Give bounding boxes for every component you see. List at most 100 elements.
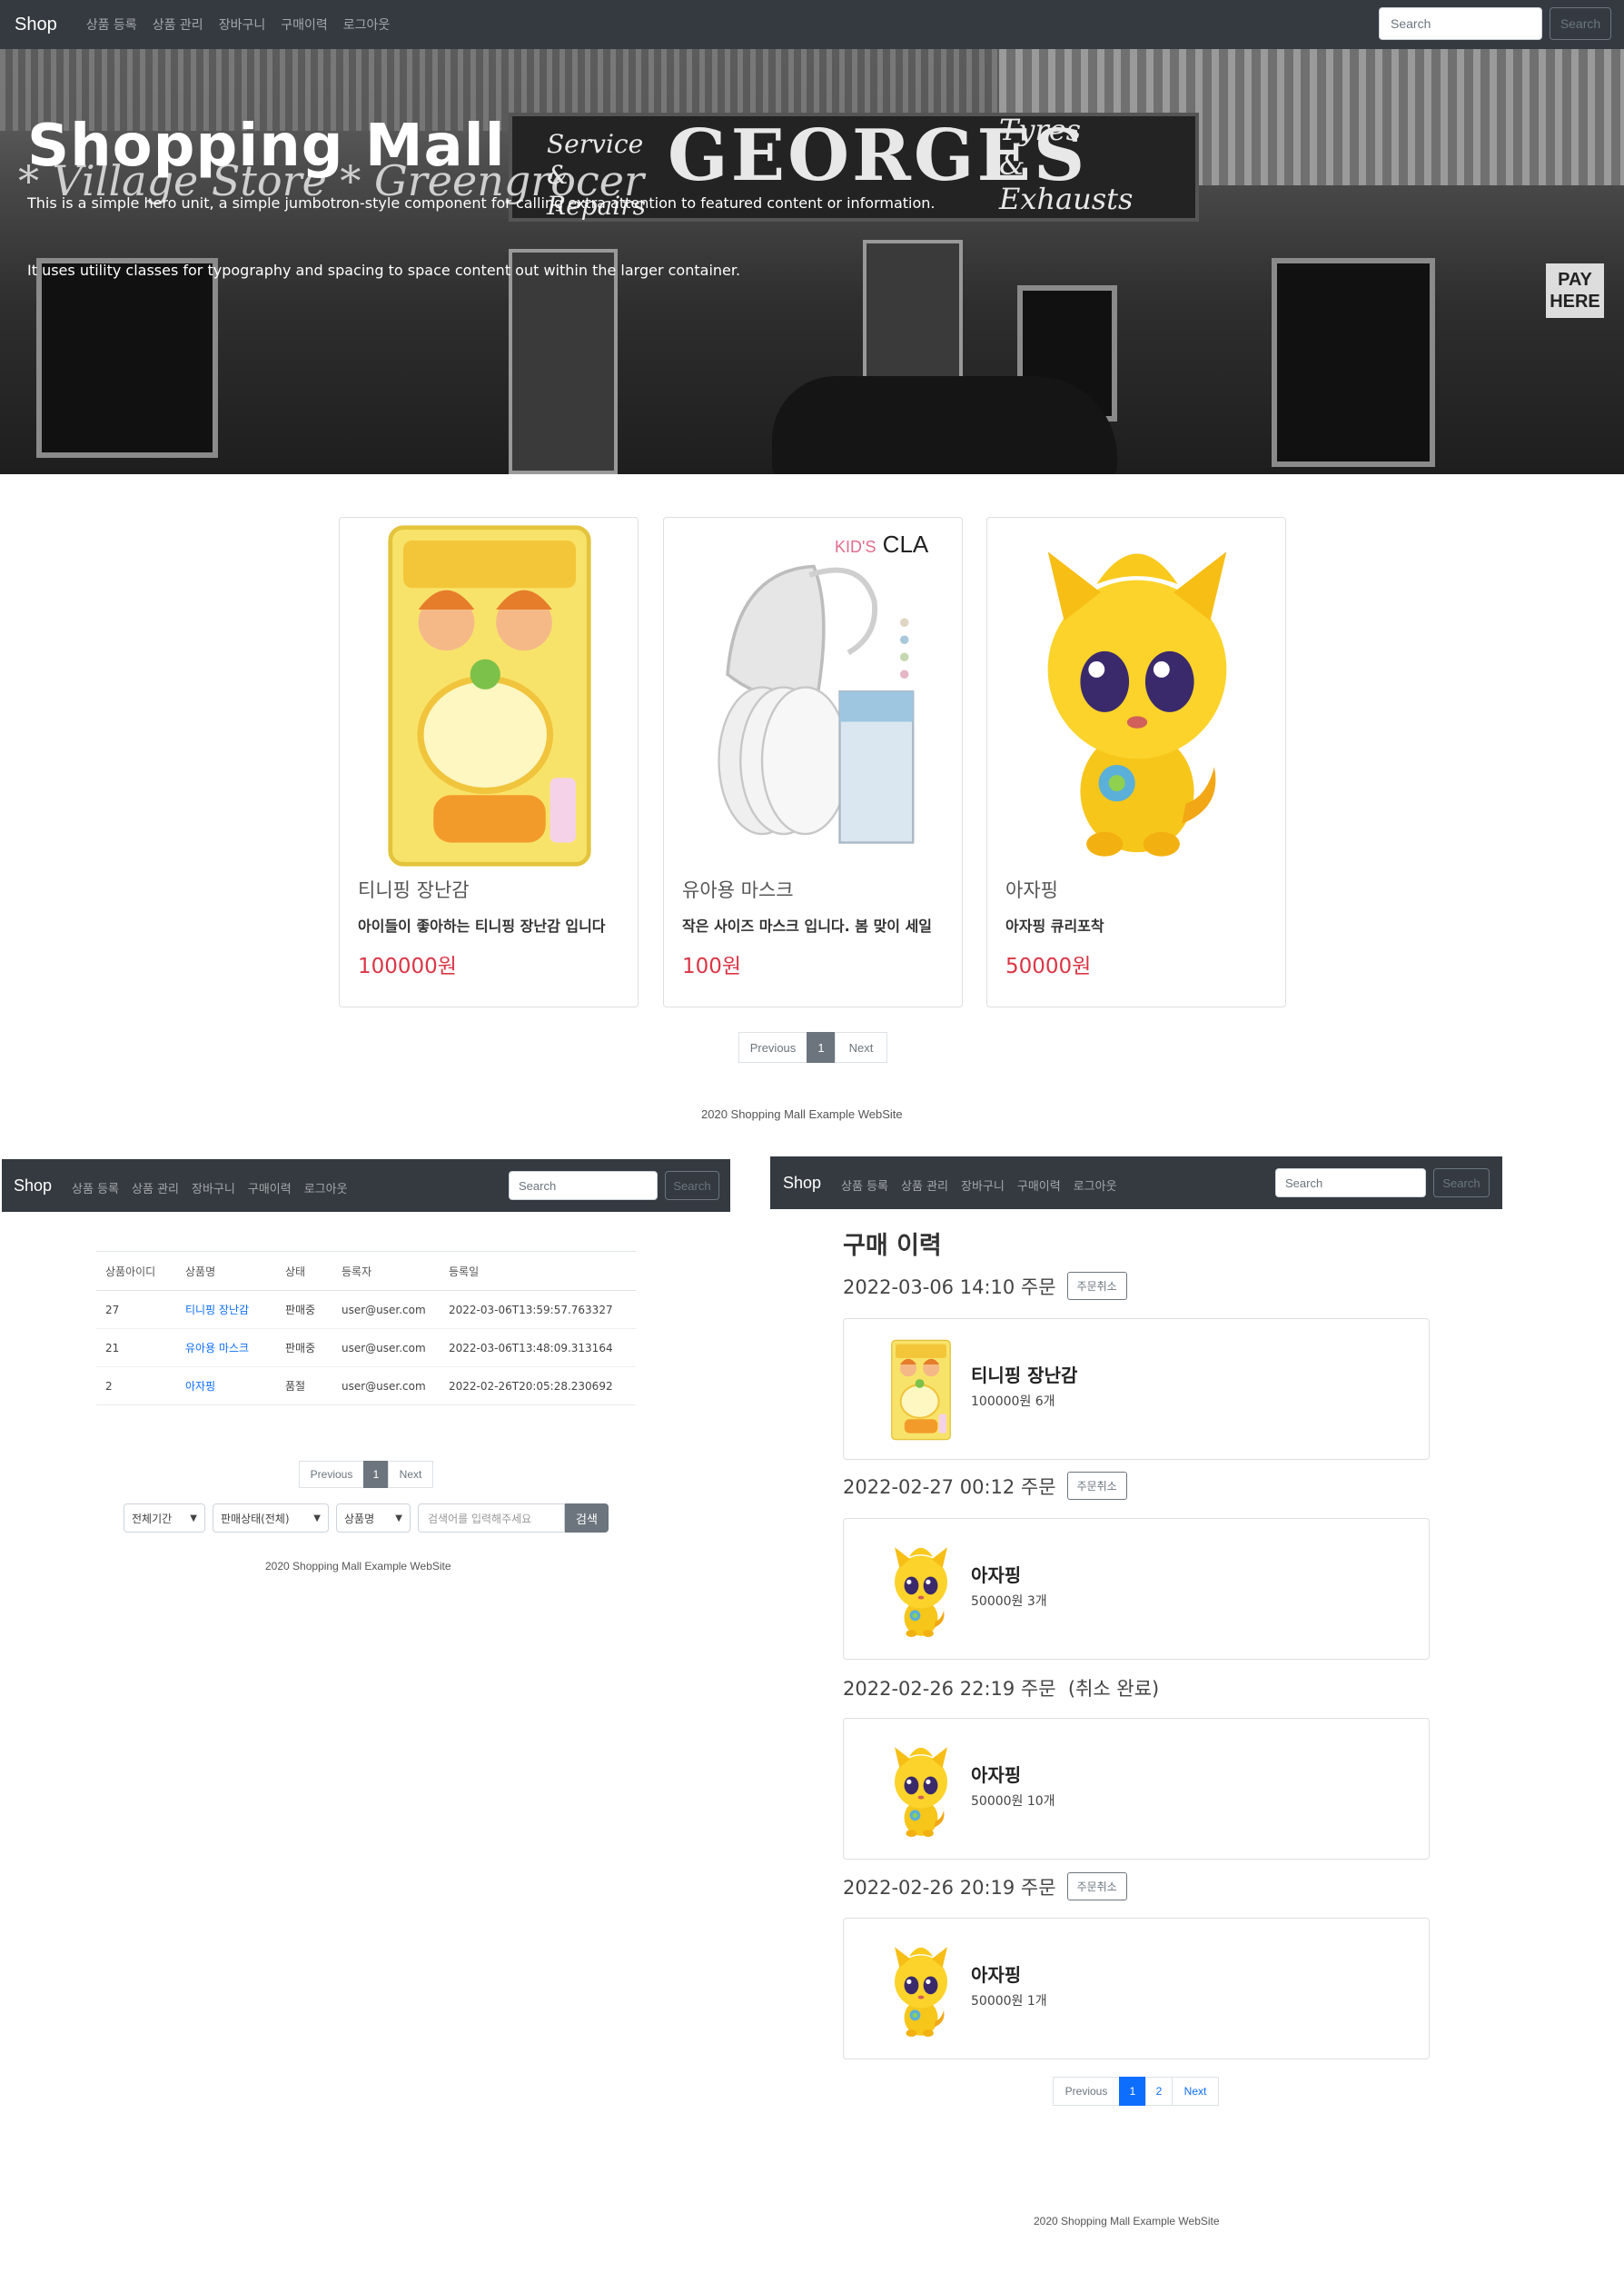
search-button[interactable]: Search	[1550, 7, 1611, 40]
order-header: 2022-02-27 00:12 주문 주문취소	[843, 1472, 1127, 1500]
product-link[interactable]: 유아용 마스크	[185, 1342, 249, 1354]
pagination-next[interactable]: Next	[835, 1032, 887, 1063]
admin-search-input[interactable]: 검색어를 입력해주세요	[418, 1503, 565, 1533]
hero-lead-2: It uses utility classes for typography a…	[27, 262, 741, 279]
order-header: 2022-02-26 20:19 주문 주문취소	[843, 1872, 1127, 1900]
order-item-name[interactable]: 아자핑	[971, 1960, 1021, 1987]
cell-registrant: user@user.com	[332, 1290, 440, 1329]
order-item-detail: 50000원 3개	[971, 1594, 1047, 1609]
sell-status-select-value: 판매상태(전체)	[221, 1512, 290, 1525]
hero-title: Shopping Mall	[27, 113, 506, 180]
order-item-name[interactable]: 아자핑	[971, 1561, 1021, 1587]
purchase-history-title: 구매 이력	[843, 1232, 942, 1260]
cancel-order-button[interactable]: 주문취소	[1066, 1872, 1127, 1900]
nav-link-purchase-history[interactable]: 구매이력	[281, 15, 328, 34]
column-header-name: 상품명	[176, 1251, 276, 1291]
pagination-page-1[interactable]: 1	[807, 1032, 836, 1063]
hero-banner: * Village Store * Greengrocer Service & …	[0, 49, 1624, 474]
pagination-previous[interactable]: Previous	[738, 1032, 807, 1063]
nav-link-logout[interactable]: 로그아웃	[1074, 1176, 1117, 1194]
admin-navbar: Shop 상품 등록 상품 관리 장바구니 구매이력 로그아웃 Search S…	[2, 1159, 730, 1212]
nav-link-register-product[interactable]: 상품 등록	[72, 1179, 119, 1196]
order-item-card: 아자핑 50000원 1개	[843, 1918, 1430, 2059]
nav-link-cart[interactable]: 장바구니	[192, 1179, 235, 1196]
cancel-order-button[interactable]: 주문취소	[1066, 1472, 1127, 1500]
sell-status-select[interactable]: 판매상태(전체) ▼	[213, 1503, 329, 1533]
cell-registrant: user@user.com	[332, 1366, 440, 1405]
product-description: 아이들이 좋아하는 티니핑 장난감 입니다	[358, 918, 606, 935]
nav-link-cart[interactable]: 장바구니	[219, 15, 266, 34]
column-header-status: 상태	[276, 1251, 332, 1291]
search-by-select[interactable]: 상품명 ▼	[336, 1503, 411, 1533]
nav-link-logout[interactable]: 로그아웃	[304, 1179, 348, 1196]
search-button[interactable]: Search	[665, 1171, 719, 1200]
search-input[interactable]: Search	[1379, 7, 1542, 40]
nav-link-purchase-history[interactable]: 구매이력	[248, 1179, 292, 1196]
product-name[interactable]: 티니핑 장난감	[358, 876, 470, 903]
search-input[interactable]: Search	[509, 1171, 658, 1200]
mask-brand-logo: KID'S CLA	[835, 531, 929, 558]
order-item-name[interactable]: 티니핑 장난감	[971, 1361, 1077, 1387]
brand-link[interactable]: Shop	[14, 1176, 52, 1196]
product-link[interactable]: 티니핑 장난감	[185, 1304, 249, 1316]
product-card[interactable]: 티니핑 장난감 아이들이 좋아하는 티니핑 장난감 입니다 100000원	[339, 517, 639, 1007]
pagination-previous[interactable]: Previous	[299, 1461, 364, 1488]
product-management-table: 상품아이디 상품명 상태 등록자 등록일 27 티니핑 장난감 판매중 user…	[96, 1251, 636, 1405]
cell-status: 판매중	[276, 1328, 332, 1367]
brand-link[interactable]: Shop	[783, 1174, 821, 1193]
order-item-card: 아자핑 50000원 10개	[843, 1718, 1430, 1860]
product-name[interactable]: 유아용 마스크	[682, 876, 794, 903]
product-price: 100원	[682, 955, 742, 978]
product-name[interactable]: 아자핑	[1005, 876, 1058, 903]
cell-date: 2022-02-26T20:05:28.230692	[440, 1366, 636, 1405]
toy-package-image	[358, 523, 621, 868]
admin-pagination: Previous 1 Next	[299, 1461, 433, 1488]
product-card[interactable]: KID'S CLA 유아용 마스크 작은 사이즈 마스크 입니다. 봄 맞이 세…	[663, 517, 963, 1007]
hero-lead-1: This is a simple hero unit, a simple jum…	[27, 194, 936, 212]
cell-status: 판매중	[276, 1290, 332, 1329]
pagination-page-1[interactable]: 1	[1119, 2077, 1146, 2106]
nav-link-manage-products[interactable]: 상품 관리	[153, 15, 203, 34]
ajaping-character-image	[895, 1947, 947, 2038]
nav-link-register-product[interactable]: 상품 등록	[841, 1176, 888, 1194]
footer-text: 2020 Shopping Mall Example WebSite	[1034, 2215, 1220, 2227]
product-link[interactable]: 아자핑	[185, 1380, 215, 1393]
nav-link-manage-products[interactable]: 상품 관리	[901, 1176, 948, 1194]
product-card[interactable]: 아자핑 아자핑 큐리포착 50000원	[986, 517, 1286, 1007]
search-input[interactable]: Search	[1275, 1168, 1426, 1197]
nav-link-logout[interactable]: 로그아웃	[343, 15, 391, 34]
nav-link-register-product[interactable]: 상품 등록	[86, 15, 137, 34]
ajaping-character-image	[895, 1747, 947, 1838]
table-row: 2 아자핑 품절 user@user.com 2022-02-26T20:05:…	[96, 1366, 636, 1405]
period-select-value: 전체기간	[132, 1512, 173, 1525]
pagination-page-2[interactable]: 2	[1145, 2077, 1173, 2106]
nav-link-cart[interactable]: 장바구니	[961, 1176, 1005, 1194]
chevron-down-icon: ▼	[190, 1513, 197, 1523]
brand-link[interactable]: Shop	[15, 15, 57, 35]
order-header: 2022-03-06 14:10 주문 주문취소	[843, 1272, 1127, 1300]
nav-link-manage-products[interactable]: 상품 관리	[132, 1179, 179, 1196]
cell-date: 2022-03-06T13:48:09.313164	[440, 1328, 636, 1367]
cell-id: 27	[96, 1290, 176, 1329]
column-header-date: 등록일	[440, 1251, 636, 1291]
table-row: 27 티니핑 장난감 판매중 user@user.com 2022-03-06T…	[96, 1290, 636, 1329]
admin-search-button[interactable]: 검색	[565, 1503, 609, 1533]
table-header-row: 상품아이디 상품명 상태 등록자 등록일	[96, 1251, 636, 1291]
pagination-next[interactable]: Next	[1172, 2077, 1219, 2106]
order-item-detail: 50000원 1개	[971, 1994, 1047, 2009]
pagination: Previous 1 Next	[738, 1032, 887, 1063]
period-select[interactable]: 전체기간 ▼	[124, 1503, 205, 1533]
nav-link-purchase-history[interactable]: 구매이력	[1017, 1176, 1061, 1194]
cancel-order-button[interactable]: 주문취소	[1066, 1272, 1127, 1300]
chevron-down-icon: ▼	[313, 1513, 321, 1523]
hero-window-decor	[1272, 258, 1435, 467]
kids-mask-image	[682, 523, 946, 868]
order-header: 2022-02-26 22:19 주문 (취소 완료)	[843, 1674, 1159, 1702]
column-header-registrant: 등록자	[332, 1251, 440, 1291]
search-by-select-value: 상품명	[344, 1512, 375, 1525]
pagination-previous[interactable]: Previous	[1053, 2077, 1120, 2106]
order-item-name[interactable]: 아자핑	[971, 1761, 1021, 1787]
search-button[interactable]: Search	[1433, 1168, 1490, 1197]
pagination-page-1[interactable]: 1	[363, 1461, 389, 1488]
pagination-next[interactable]: Next	[388, 1461, 433, 1488]
